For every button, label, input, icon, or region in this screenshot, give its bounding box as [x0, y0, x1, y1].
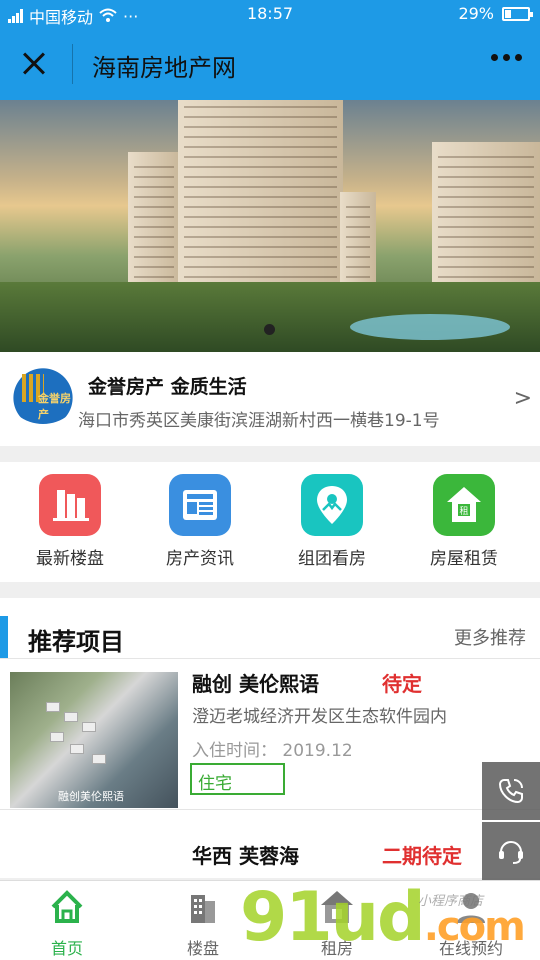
battery-percent: 29%	[458, 4, 494, 23]
thumbnail-caption: 融创美伦熙语	[58, 790, 124, 803]
project-move-in: 入住时间： 2019.12	[192, 741, 353, 761]
phone-button[interactable]	[482, 762, 540, 820]
project-status: 待定	[382, 672, 422, 696]
buildings-icon	[191, 895, 215, 923]
feature-menu: 最新楼盘 房产资讯 组团看房 租 房屋租赁	[0, 462, 540, 582]
section-header: 推荐项目 更多推荐	[0, 616, 540, 658]
menu-label: 房产资讯	[166, 549, 234, 569]
project-name: 华西 芙蓉海	[192, 844, 299, 868]
banner-carousel[interactable]	[0, 100, 540, 352]
home-icon	[51, 890, 83, 923]
watermark-handwritten: 小程序商店	[418, 894, 484, 909]
building-icon	[39, 474, 101, 536]
company-address: 海口市秀英区美康街滨涯湖新村西一横巷19-1号	[78, 411, 440, 431]
company-name: 金誉房产 金质生活	[88, 376, 247, 398]
project-name: 融创 美伦熙语	[192, 672, 319, 696]
menu-item-new-projects[interactable]: 最新楼盘	[10, 474, 130, 569]
project-card[interactable]: 融创美伦熙语 融创 美伦熙语 待定 澄迈老城经济开发区生态软件园内 入住时间： …	[0, 660, 540, 810]
project-status: 二期待定	[382, 844, 462, 868]
project-tag: 住宅	[190, 763, 285, 795]
more-recommend-link[interactable]: 更多推荐	[454, 624, 526, 650]
menu-item-rental[interactable]: 租 房屋租赁	[404, 474, 524, 569]
company-logo: 金誉房产	[8, 366, 78, 424]
customer-service-button[interactable]	[482, 822, 540, 880]
location-pin-icon	[301, 474, 363, 536]
menu-item-news[interactable]: 房产资讯	[140, 474, 260, 569]
rent-house-icon: 租	[433, 474, 495, 536]
recommend-section: 推荐项目 更多推荐 融创美伦熙语 融创 美伦熙语 待定 澄迈老城经济开发区生态软…	[0, 598, 540, 878]
battery-icon	[502, 6, 533, 21]
project-location: 澄迈老城经济开发区生态软件园内	[192, 707, 447, 727]
news-icon	[169, 474, 231, 536]
menu-label: 组团看房	[298, 549, 366, 569]
section-title: 推荐项目	[28, 628, 124, 656]
app-header: 海南房地产网	[0, 28, 540, 100]
close-button[interactable]	[18, 46, 54, 82]
phone-icon	[498, 779, 523, 804]
page-title: 海南房地产网	[92, 54, 236, 82]
customer-service-icon	[499, 841, 523, 864]
menu-label: 房屋租赁	[430, 549, 498, 569]
carousel-indicator[interactable]	[264, 324, 275, 335]
svg-text:租: 租	[459, 506, 468, 517]
project-thumbnail: 融创美伦熙语	[10, 672, 178, 808]
nav-label: 首页	[50, 939, 83, 958]
more-options-button[interactable]	[491, 54, 522, 61]
chevron-right-icon[interactable]: >	[514, 386, 532, 411]
menu-item-group-tour[interactable]: 组团看房	[272, 474, 392, 569]
menu-label: 最新楼盘	[36, 549, 104, 569]
company-card[interactable]: 金誉房产 金誉房产 金质生活 海口市秀英区美康街滨涯湖新村西一横巷19-1号 >	[0, 352, 540, 446]
project-card[interactable]: 华西 芙蓉海 二期待定	[0, 824, 540, 880]
status-bar: 中国移动 ··· 18:57 29%	[0, 0, 540, 28]
header-divider	[72, 44, 73, 84]
nav-home[interactable]: 首页	[12, 887, 122, 959]
